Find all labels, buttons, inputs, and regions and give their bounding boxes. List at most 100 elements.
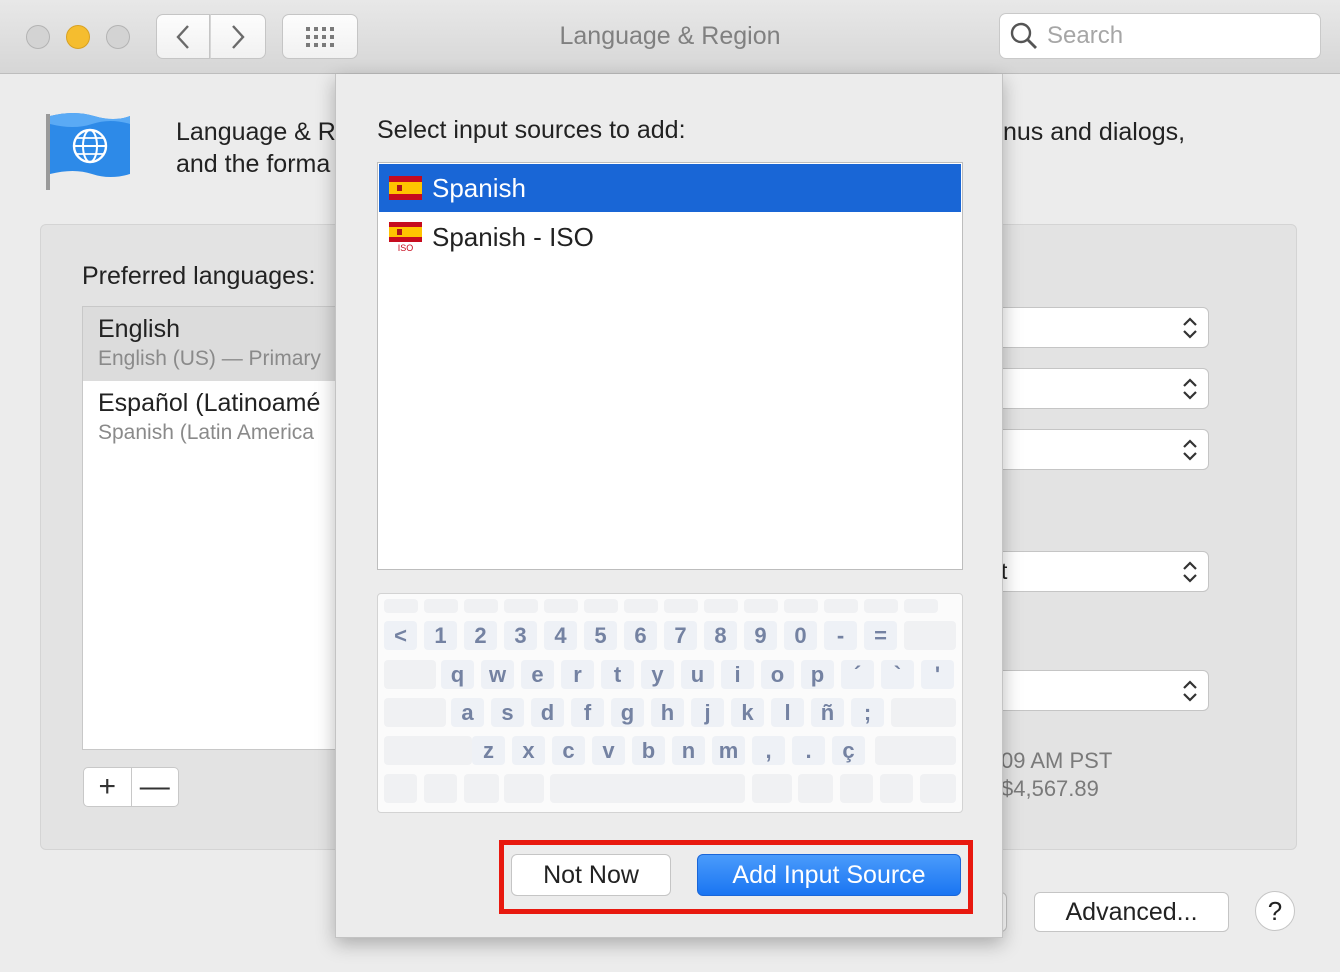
- list-item[interactable]: English English (US) — Primary: [83, 307, 341, 381]
- keyboard-blank-key: [744, 599, 778, 613]
- close-window-button[interactable]: [26, 25, 50, 49]
- keyboard-key: o: [761, 660, 794, 689]
- keyboard-key: j: [691, 698, 724, 727]
- back-button[interactable]: [156, 14, 210, 59]
- region-popup[interactable]: [990, 307, 1209, 348]
- keyboard-preview: <1 2 3 4 5 6 7 8 9 0- = q w e r t y u i o p ´ ` ' a s d f g h j k l ñ; z x c…: [377, 593, 963, 813]
- keyboard-key: a: [451, 698, 484, 727]
- first-day-popup[interactable]: [990, 368, 1209, 409]
- calendar-popup[interactable]: [990, 429, 1209, 470]
- keyboard-blank-key: [840, 774, 873, 803]
- keyboard-blank-key: [464, 774, 499, 803]
- keyboard-key: y: [641, 660, 674, 689]
- keyboard-key: l: [771, 698, 804, 727]
- preferred-languages-list[interactable]: English English (US) — Primary Español (…: [82, 306, 342, 750]
- keyboard-blank-key: [624, 599, 658, 613]
- keyboard-blank-key: [664, 599, 698, 613]
- search-icon: [1010, 22, 1037, 49]
- keyboard-key: ´: [841, 660, 874, 689]
- keyboard-key: p: [801, 660, 834, 689]
- keyboard-key: 4: [544, 621, 577, 650]
- keyboard-key: ': [921, 660, 954, 689]
- number-sample: $4,567.89: [1001, 776, 1099, 801]
- help-button[interactable]: ?: [1255, 891, 1295, 931]
- keyboard-blank-key: [904, 599, 938, 613]
- window-title: Language & Region: [559, 22, 781, 50]
- iso-caption: ISO: [398, 243, 414, 252]
- keyboard-key: z: [472, 736, 505, 765]
- search-placeholder: Search: [1047, 22, 1124, 49]
- keyboard-key: s: [491, 698, 524, 727]
- input-source-list[interactable]: Spanish ISO Spanish - ISO: [377, 162, 963, 570]
- keyboard-blank-key: [424, 599, 458, 613]
- search-field[interactable]: Search: [999, 13, 1321, 59]
- keyboard-blank-key: [704, 599, 738, 613]
- list-item[interactable]: Spanish: [379, 164, 961, 212]
- keyboard-key: .: [792, 736, 825, 765]
- pane-description-line2: and the forma: [176, 150, 331, 178]
- keyboard-blank-key: [504, 774, 544, 803]
- keyboard-key: 2: [464, 621, 497, 650]
- input-source-name: Spanish - ISO: [432, 221, 594, 252]
- preferred-languages-label: Preferred languages:: [82, 262, 316, 290]
- keyboard-blank-key: [384, 736, 472, 765]
- keyboard-key: k: [731, 698, 764, 727]
- minimize-window-button[interactable]: [66, 25, 90, 49]
- keyboard-key: m: [712, 736, 745, 765]
- list-sort-popup[interactable]: [990, 670, 1209, 711]
- keyboard-blank-key: [544, 599, 578, 613]
- keyboard-key: ,: [752, 736, 785, 765]
- keyboard-blank-key: [584, 599, 618, 613]
- keyboard-key: d: [531, 698, 564, 727]
- keyboard-blank-key: [550, 774, 745, 803]
- keyboard-key: w: [481, 660, 514, 689]
- keyboard-key: t: [601, 660, 634, 689]
- keyboard-key: 9: [744, 621, 777, 650]
- language-detail: English (US) — Primary: [98, 347, 321, 370]
- updown-chevron-icon: [1183, 561, 1197, 583]
- temperature-popup[interactable]: t: [990, 551, 1209, 592]
- keyboard-key: e: [521, 660, 554, 689]
- keyboard-blank-key: [824, 599, 858, 613]
- spain-iso-flag-icon: ISO: [389, 222, 422, 252]
- remove-language-button[interactable]: —: [132, 768, 179, 806]
- keyboard-blank-key: [891, 698, 956, 727]
- updown-chevron-icon: [1183, 317, 1197, 339]
- add-language-button[interactable]: +: [84, 768, 132, 806]
- show-all-button[interactable]: [282, 14, 358, 59]
- keyboard-key: 8: [704, 621, 737, 650]
- forward-button[interactable]: [210, 14, 266, 59]
- add-input-source-button[interactable]: Add Input Source: [697, 854, 961, 896]
- spain-flag-icon: [389, 176, 422, 200]
- keyboard-key: 5: [584, 621, 617, 650]
- add-input-source-sheet: Select input sources to add: Spanish ISO…: [335, 74, 1003, 938]
- keyboard-blank-key: [875, 736, 956, 765]
- keyboard-key: g: [611, 698, 644, 727]
- keyboard-key: ;: [851, 698, 884, 727]
- list-item[interactable]: ISO Spanish - ISO: [379, 213, 961, 261]
- keyboard-blank-key: [504, 599, 538, 613]
- keyboard-key: i: [721, 660, 754, 689]
- grid-icon: [306, 26, 334, 47]
- keyboard-key: <: [384, 621, 417, 650]
- keyboard-key: c: [552, 736, 585, 765]
- keyboard-key: `: [881, 660, 914, 689]
- updown-chevron-icon: [1183, 680, 1197, 702]
- back-chevron-icon: [176, 24, 189, 49]
- advanced-button[interactable]: Advanced...: [1034, 892, 1229, 932]
- zoom-window-button[interactable]: [106, 25, 130, 49]
- not-now-button[interactable]: Not Now: [511, 854, 671, 896]
- keyboard-blank-key: [880, 774, 913, 803]
- keyboard-blank-key: [384, 660, 436, 689]
- keyboard-blank-key: [424, 774, 457, 803]
- keyboard-blank-key: [784, 599, 818, 613]
- sheet-heading: Select input sources to add:: [377, 116, 686, 144]
- keyboard-key: b: [632, 736, 665, 765]
- list-item[interactable]: Español (Latinoamé Spanish (Latin Americ…: [83, 381, 341, 455]
- add-remove-control: + —: [83, 767, 179, 807]
- input-source-name: Spanish: [432, 172, 526, 203]
- time-sample: 09 AM PST: [1001, 748, 1113, 773]
- keyboard-key: r: [561, 660, 594, 689]
- keyboard-blank-key: [384, 599, 418, 613]
- pane-description-line1: Language & R: [176, 118, 336, 146]
